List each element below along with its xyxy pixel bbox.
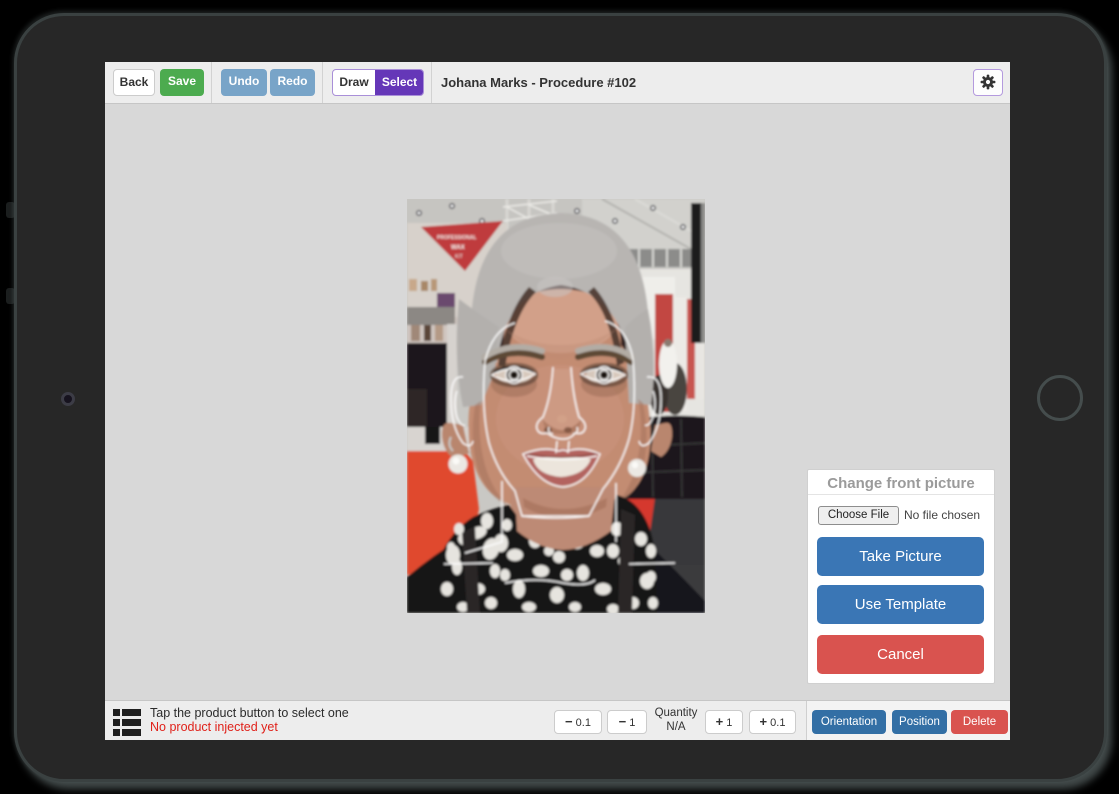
svg-text:WAX: WAX [451,245,465,251]
svg-text:KIT: KIT [455,254,463,260]
svg-text:PROFESSIONAL: PROFESSIONAL [437,235,476,241]
